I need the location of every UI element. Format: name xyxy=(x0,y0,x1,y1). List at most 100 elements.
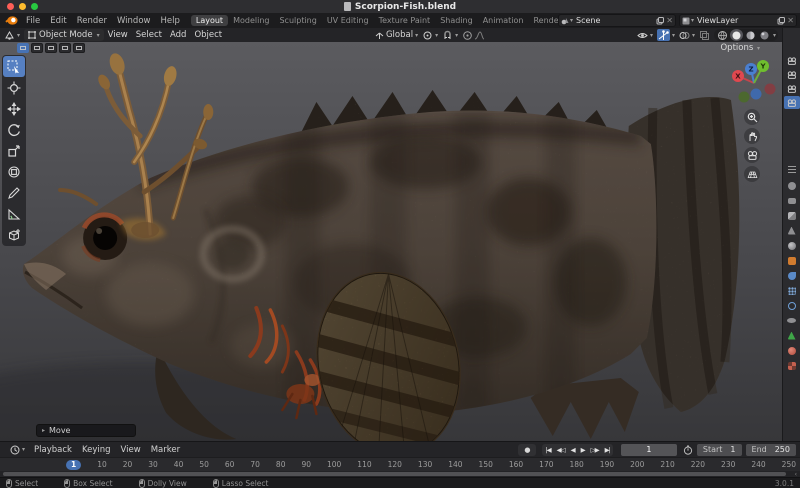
transport-button[interactable]: ▷▶ xyxy=(588,446,602,454)
overlays-toggle[interactable]: ▾ xyxy=(679,30,695,41)
timeline-menu-item[interactable]: Keying xyxy=(77,445,116,455)
operator-redo-panel[interactable]: ▸ Move xyxy=(36,424,136,437)
viewport-menu-item[interactable]: Object xyxy=(190,30,226,40)
outliner-camera-toggle[interactable] xyxy=(784,96,800,109)
properties-tab[interactable] xyxy=(786,300,798,311)
zoom-view-button[interactable] xyxy=(744,109,760,125)
select-mode-button[interactable] xyxy=(31,43,43,53)
material-preview-shading-button[interactable] xyxy=(744,29,757,41)
select-mode-button[interactable] xyxy=(73,43,85,53)
axis-gizmo[interactable]: X Z Y xyxy=(726,56,778,106)
workspace-tab[interactable]: UV Editing xyxy=(322,15,374,26)
view-layer-selector[interactable]: ▾ ViewLayer ✕ xyxy=(679,14,797,27)
workspace-tab[interactable]: Rendering xyxy=(528,15,558,26)
outliner-camera-toggle[interactable] xyxy=(784,54,800,67)
camera-view-button[interactable] xyxy=(744,147,760,163)
current-frame-field[interactable]: 1 xyxy=(621,444,677,456)
move-tool[interactable] xyxy=(3,98,25,119)
viewport-3d[interactable]: Options ▾ xyxy=(0,42,782,441)
pan-view-button[interactable] xyxy=(744,128,760,144)
object-visibility-dropdown[interactable]: ▾ xyxy=(637,30,653,41)
pivot-point-dropdown[interactable]: ▾ xyxy=(422,30,438,41)
menu-item[interactable]: Window xyxy=(112,16,156,26)
scrollbar-thumb[interactable] xyxy=(3,472,786,476)
workspace-tab[interactable]: Animation xyxy=(478,15,529,26)
properties-tab[interactable] xyxy=(786,255,798,266)
workspace-tab[interactable]: Sculpting xyxy=(274,15,321,26)
scorpionfish-model[interactable] xyxy=(0,42,782,441)
menu-item[interactable]: File xyxy=(21,16,45,26)
viewport-menu-item[interactable]: Select xyxy=(132,30,166,40)
workspace-tab[interactable]: Layout xyxy=(191,15,228,26)
scale-tool[interactable] xyxy=(3,140,25,161)
outliner-camera-toggle[interactable] xyxy=(784,68,800,81)
properties-tab[interactable] xyxy=(786,345,798,356)
select-mode-button[interactable] xyxy=(45,43,57,53)
new-view-layer-icon[interactable] xyxy=(777,17,785,25)
workspace-tab[interactable]: Shading xyxy=(435,15,478,26)
menu-item[interactable]: Edit xyxy=(45,16,71,26)
snap-toggle[interactable]: ▾ xyxy=(442,30,458,41)
timeline-menu-item[interactable]: Playback xyxy=(29,445,77,455)
timeline-editor-type[interactable]: ▾ xyxy=(4,445,25,455)
outliner-camera-toggle[interactable] xyxy=(784,82,800,95)
remove-view-layer-icon[interactable]: ✕ xyxy=(787,16,794,25)
frame-tick: 70 xyxy=(250,460,260,470)
new-scene-icon[interactable] xyxy=(656,17,664,25)
annotate-tool[interactable] xyxy=(3,182,25,203)
proportional-icon xyxy=(462,30,473,41)
menu-item[interactable]: Render xyxy=(72,16,112,26)
add-cube-tool[interactable] xyxy=(3,224,25,245)
start-frame-field[interactable]: Start 1 xyxy=(697,444,742,456)
viewport-menu-item[interactable]: Add xyxy=(166,30,190,40)
timeline-menu-item[interactable]: View xyxy=(116,445,146,455)
workspace-tab[interactable]: Texture Paint xyxy=(374,15,436,26)
transport-button[interactable]: ▶ xyxy=(578,446,588,454)
properties-tab[interactable] xyxy=(786,180,798,191)
select-mode-button[interactable] xyxy=(59,43,71,53)
transport-button[interactable]: ◀ xyxy=(568,446,578,454)
rotate-tool[interactable] xyxy=(3,119,25,140)
editor-type-selector[interactable]: ▾ xyxy=(4,30,20,41)
auto-keying-button[interactable]: ● xyxy=(518,444,536,456)
unlink-scene-icon[interactable]: ✕ xyxy=(666,16,673,25)
mode-dropdown[interactable]: Object Mode ▾ xyxy=(24,29,104,41)
perspective-toggle-button[interactable] xyxy=(744,166,760,182)
properties-tab[interactable] xyxy=(786,195,798,206)
transport-button[interactable]: ▶| xyxy=(602,446,613,454)
options-dropdown[interactable]: Options ▾ xyxy=(720,43,760,53)
proportional-editing-toggle[interactable] xyxy=(462,30,485,41)
workspace-tab[interactable]: Modeling xyxy=(228,15,274,26)
transport-button[interactable]: |◀ xyxy=(542,446,553,454)
properties-tab[interactable] xyxy=(786,270,798,281)
blender-logo-icon[interactable] xyxy=(5,15,18,26)
scene-selector[interactable]: ▾ Scene ✕ xyxy=(558,14,676,27)
timeline-scrollbar[interactable]: ‹ xyxy=(0,471,800,477)
transform-orientation-dropdown[interactable]: Global ▾ xyxy=(374,30,418,41)
transport-button[interactable]: ◀◁ xyxy=(554,446,568,454)
select-box-tool[interactable] xyxy=(3,56,25,77)
properties-tab[interactable] xyxy=(786,210,798,221)
end-frame-field[interactable]: End 250 xyxy=(746,444,796,456)
rendered-shading-button[interactable] xyxy=(758,29,771,41)
properties-tab[interactable] xyxy=(786,240,798,251)
select-mode-button[interactable] xyxy=(17,43,29,53)
timeline-ruler[interactable]: 1102030405060708090100110120130140150160… xyxy=(0,457,800,471)
wireframe-shading-button[interactable] xyxy=(716,29,729,41)
properties-tab[interactable] xyxy=(786,360,798,371)
properties-tab[interactable] xyxy=(786,330,798,341)
show-gizmo-toggle[interactable] xyxy=(657,29,670,41)
properties-tab[interactable] xyxy=(786,285,798,296)
measure-tool[interactable] xyxy=(3,203,25,224)
frame-tick: 110 xyxy=(357,460,371,470)
xray-toggle[interactable] xyxy=(699,30,710,41)
properties-tab[interactable] xyxy=(786,315,798,326)
solid-shading-button[interactable] xyxy=(730,29,743,41)
properties-tab[interactable] xyxy=(786,165,798,176)
properties-tab[interactable] xyxy=(786,225,798,236)
transform-tool[interactable] xyxy=(3,161,25,182)
timeline-menu-item[interactable]: Marker xyxy=(146,445,185,455)
viewport-menu-item[interactable]: View xyxy=(104,30,132,40)
cursor-tool[interactable] xyxy=(3,77,25,98)
menu-item[interactable]: Help xyxy=(155,16,184,26)
